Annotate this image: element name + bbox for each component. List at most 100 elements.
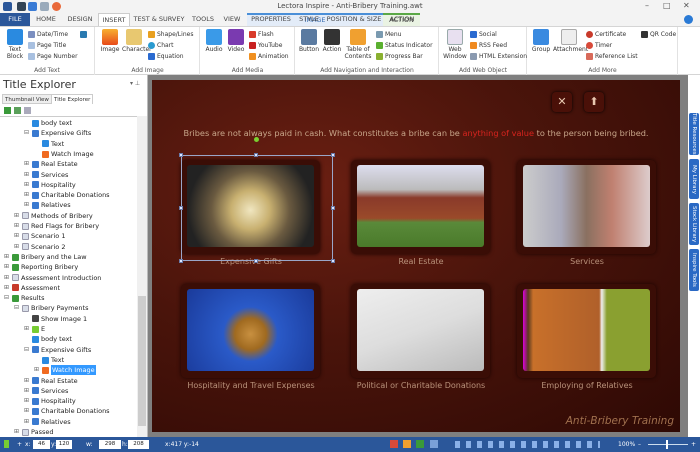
youtube-button[interactable]: YouTube: [249, 42, 282, 49]
tab-test-survey[interactable]: TEST & SURVEY: [132, 13, 186, 26]
tree-item[interactable]: ⊞ Passed: [14, 427, 54, 437]
attachment-button[interactable]: Attachment: [553, 27, 588, 53]
tree-item[interactable]: body text: [24, 334, 72, 344]
html-extension-button[interactable]: HTML Extension: [470, 53, 527, 60]
tab-stock-library[interactable]: Stock Library: [689, 203, 699, 245]
tree-item[interactable]: ⊞ Scenario 1: [14, 231, 65, 241]
lock-icon[interactable]: [4, 440, 9, 448]
expand-toggle-icon[interactable]: ⊞: [34, 365, 40, 375]
tree-item[interactable]: ⊞ Real Estate: [24, 376, 78, 386]
close-button[interactable]: ✕: [683, 1, 690, 10]
tree-item[interactable]: Watch Image: [34, 149, 94, 159]
close-slide-button[interactable]: ✕: [552, 92, 572, 112]
audio-button[interactable]: Audio: [204, 27, 224, 53]
expand-toggle-icon[interactable]: ⊟: [4, 293, 10, 303]
tree-item[interactable]: ⊞ Services: [24, 386, 68, 396]
resize-handle[interactable]: [179, 153, 183, 157]
certificate-button[interactable]: Certificate: [586, 31, 626, 38]
house-image[interactable]: [357, 165, 484, 247]
tab-properties[interactable]: PROPERTIES: [250, 13, 292, 26]
expand-toggle-icon[interactable]: ⊟: [24, 128, 30, 138]
topic-card[interactable]: [181, 284, 320, 378]
expand-toggle-icon[interactable]: ⊞: [14, 211, 20, 221]
shape-lines-button[interactable]: Shape/Lines: [148, 31, 193, 38]
progress-bar-button[interactable]: Progress Bar: [376, 53, 423, 60]
expand-toggle-icon[interactable]: ⊞: [14, 231, 20, 241]
spell-check-icon[interactable]: [403, 440, 411, 448]
add-chapter-icon[interactable]: [4, 107, 11, 114]
tab-thumbnail-view[interactable]: Thumbnail View: [2, 94, 52, 104]
resize-handle[interactable]: [179, 259, 183, 263]
qr-code-button[interactable]: QR Code: [641, 31, 676, 38]
selection-box[interactable]: [181, 155, 333, 261]
topic-card[interactable]: [517, 160, 656, 254]
expand-toggle-icon[interactable]: ⊞: [24, 376, 30, 386]
expand-toggle-icon[interactable]: ⊞: [24, 386, 30, 396]
tree-item[interactable]: ⊞ Charitable Donations: [24, 406, 110, 416]
expand-toggle-icon[interactable]: ⊟: [14, 303, 20, 313]
tree-item[interactable]: ⊞ Methods of Bribery: [14, 211, 93, 221]
tab-style[interactable]: STYLE: [295, 13, 323, 26]
tab-title-explorer[interactable]: Title Explorer: [51, 94, 94, 104]
check-image[interactable]: [357, 289, 484, 371]
zoom-slider-thumb[interactable]: [666, 440, 668, 449]
rotation-handle[interactable]: [254, 137, 259, 142]
barber-image[interactable]: [523, 165, 650, 247]
preview-icon[interactable]: [416, 440, 424, 448]
image-button[interactable]: Image: [99, 27, 121, 53]
video-button[interactable]: Video: [226, 27, 246, 53]
expand-toggle-icon[interactable]: ⊞: [24, 159, 30, 169]
tab-inspire-tools[interactable]: Inspire Tools: [689, 249, 699, 291]
resize-handle[interactable]: [331, 206, 335, 210]
page-number-button[interactable]: Page Number: [28, 53, 78, 60]
tree-item[interactable]: ⊞ Assessment Introduction: [4, 273, 101, 283]
menu-button[interactable]: Menu: [376, 31, 401, 38]
height-field[interactable]: 208: [128, 440, 149, 449]
topic-card[interactable]: [351, 284, 490, 378]
tree-item[interactable]: ⊟ Bribery Payments: [14, 303, 89, 313]
tree-item[interactable]: ⊞ Assessment: [4, 283, 60, 293]
social-button[interactable]: Social: [470, 31, 497, 38]
help-icon[interactable]: [684, 15, 693, 24]
tree-item[interactable]: ⊞ E: [24, 324, 45, 334]
add-page-icon[interactable]: [24, 107, 31, 114]
expand-toggle-icon[interactable]: ⊞: [14, 221, 20, 231]
resize-handle[interactable]: [254, 153, 258, 157]
tree-item[interactable]: Text: [34, 139, 64, 149]
expand-toggle-icon[interactable]: ⊟: [24, 345, 30, 355]
maximize-button[interactable]: □: [663, 1, 671, 10]
web-window-button[interactable]: Web Window: [442, 27, 468, 60]
tab-view[interactable]: VIEW: [218, 13, 246, 26]
tree-item[interactable]: Show Image 1: [24, 314, 87, 324]
scrollbar-thumb[interactable]: [138, 296, 146, 426]
tree-item[interactable]: ⊞ Watch Image: [34, 365, 96, 376]
topic-card[interactable]: [351, 160, 490, 254]
expand-toggle-icon[interactable]: ⊞: [14, 427, 20, 437]
tree-item[interactable]: ⊞ Services: [24, 170, 68, 180]
office-door-image[interactable]: [523, 289, 650, 371]
tree-item[interactable]: ⊞ Reporting Bribery: [4, 262, 78, 272]
tree-item[interactable]: Text: [34, 355, 64, 365]
x-field[interactable]: 46: [33, 440, 50, 449]
expand-toggle-icon[interactable]: ⊞: [4, 262, 10, 272]
tree-item[interactable]: ⊞ Relatives: [24, 417, 71, 427]
tree-item[interactable]: ⊞ Scenario 2: [14, 242, 65, 252]
tree-item[interactable]: ⊞ Red Flags for Bribery: [14, 221, 99, 231]
timer-button[interactable]: Timer: [586, 42, 612, 49]
status-indicator-button[interactable]: Status Indicator: [376, 42, 433, 49]
animation-button[interactable]: Animation: [249, 53, 289, 60]
tab-my-library[interactable]: My Library: [689, 159, 699, 199]
expand-toggle-icon[interactable]: ⊞: [14, 242, 20, 252]
rss-feed-button[interactable]: RSS Feed: [470, 42, 507, 49]
button-button[interactable]: Button: [298, 27, 320, 53]
text-block-button[interactable]: Text Block: [3, 27, 27, 60]
action-button[interactable]: Action: [321, 27, 343, 53]
tree-item[interactable]: ⊞ Bribery and the Law: [4, 252, 87, 262]
minimize-button[interactable]: –: [645, 1, 649, 10]
flash-button[interactable]: Flash: [249, 31, 274, 38]
group-button[interactable]: Group: [530, 27, 552, 53]
expand-toggle-icon[interactable]: ⊞: [24, 190, 30, 200]
up-slide-button[interactable]: ⬆: [584, 92, 604, 112]
expand-toggle-icon[interactable]: ⊞: [24, 406, 30, 416]
tab-design[interactable]: DESIGN: [63, 13, 97, 26]
